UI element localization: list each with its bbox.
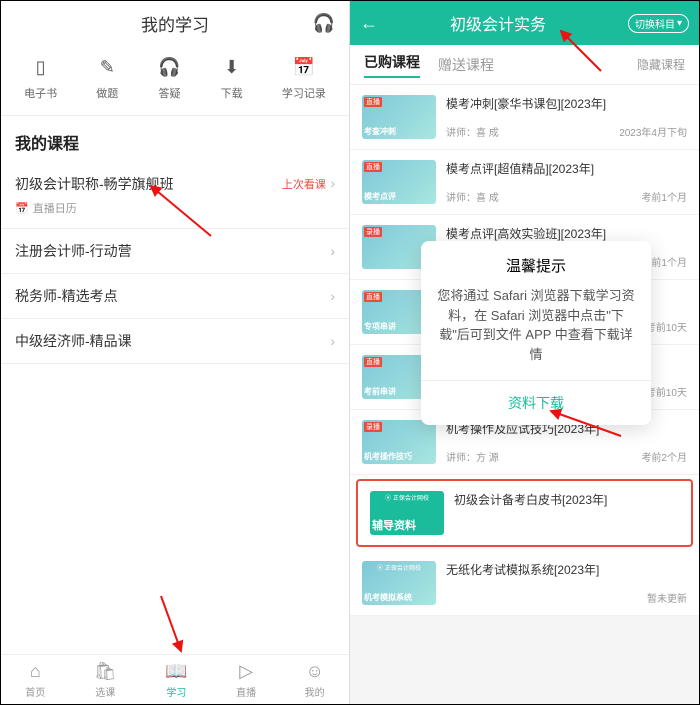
chevron-right-icon: › xyxy=(330,243,335,259)
course-name: 中级经济师-精品课 xyxy=(15,331,132,351)
course-card[interactable]: ⦿ 正保会计网校 机考模拟系统 无纸化考试模拟系统[2023年] 暂未更新 xyxy=(350,551,699,616)
tab-study[interactable]: 📖 学习 xyxy=(165,661,187,699)
feature-label: 电子书 xyxy=(24,85,57,101)
course-card[interactable]: 直播 模考点评 模考点评[超值精品][2023年] 讲师：喜 成 考前1个月 xyxy=(350,150,699,215)
course-teacher: 讲师：方 源 xyxy=(446,449,499,464)
course-thumb: 直播 考查冲刺 xyxy=(362,95,436,139)
tab-label: 直播 xyxy=(236,684,256,699)
course-time: 2023年4月下旬 xyxy=(619,124,687,139)
course-time: 考前10天 xyxy=(646,319,687,334)
study-icon: 📖 xyxy=(165,661,187,682)
support-icon[interactable]: 🎧 xyxy=(313,13,335,34)
course-row[interactable]: 中级经济师-精品课 › xyxy=(1,319,349,364)
thumb-strip: 模考点评 xyxy=(364,191,434,202)
course-card[interactable]: 直播 考查冲刺 模考冲刺[豪华书课包][2023年] 讲师：喜 成 2023年4月… xyxy=(350,85,699,150)
me-icon: ☺ xyxy=(305,661,323,682)
chevron-right-icon: › xyxy=(330,288,335,304)
exercise-icon: ✎ xyxy=(95,55,119,79)
course-time: 考前2个月 xyxy=(641,449,687,464)
course-title: 模考点评[高效实验班][2023年] xyxy=(446,225,687,242)
course-title: 初级会计备考白皮书[2023年] xyxy=(454,491,679,508)
select-icon: 🛍 xyxy=(94,661,117,682)
thumb-tag: 直播 xyxy=(364,292,382,302)
thumb-strip: 机考操作技巧 xyxy=(364,451,434,462)
course-thumb: ⦿ 正保会计网校 机考模拟系统 xyxy=(362,561,436,605)
tab-live[interactable]: ▷ 直播 xyxy=(236,661,256,699)
thumb-tag: 录播 xyxy=(364,422,382,432)
last-watch-label: 上次看课 xyxy=(282,179,326,191)
feature-icons: ▯ 电子书 ✎ 做题 🎧 答疑 ⬇ 下载 📅 学习记录 xyxy=(1,45,349,116)
feature-download[interactable]: ⬇ 下载 xyxy=(220,55,244,101)
thumb-strip: 考查冲刺 xyxy=(364,126,434,137)
modal-download-button[interactable]: 资料下载 xyxy=(421,380,651,425)
thumb-tag: 直播 xyxy=(364,357,382,367)
feature-label: 答疑 xyxy=(158,85,180,101)
feature-ebook[interactable]: ▯ 电子书 xyxy=(24,55,57,101)
course-time: 暂未更新 xyxy=(647,590,687,605)
chevron-right-icon: › xyxy=(330,175,335,191)
course-name: 注册会计师-行动营 xyxy=(15,241,132,261)
feature-exercise[interactable]: ✎ 做题 xyxy=(95,55,119,101)
course-row[interactable]: 初级会计职称-畅学旗舰班 上次看课 › 📅 直播日历 xyxy=(1,162,349,229)
thumb-tag: 直播 xyxy=(364,162,382,172)
course-title: 模考点评[超值精品][2023年] xyxy=(446,160,687,177)
thumb-tag: 直播 xyxy=(364,97,382,107)
chevron-right-icon: › xyxy=(330,333,335,349)
course-sub: 直播日历 xyxy=(33,200,77,216)
course-thumb: ⦿ 正保会计网校 辅导资料 xyxy=(370,491,444,535)
bottom-tabbar: ⌂ 首页 🛍 选课 📖 学习 ▷ 直播 ☺ 我的 xyxy=(1,654,349,704)
tab-label: 选课 xyxy=(95,684,115,699)
tab-label: 首页 xyxy=(25,684,45,699)
thumb-strip: 机考模拟系统 xyxy=(364,592,434,603)
tab-purchased[interactable]: 已购课程 xyxy=(364,52,420,78)
course-thumb: 直播 模考点评 xyxy=(362,160,436,204)
live-icon: ▷ xyxy=(239,661,253,682)
section-heading: 我的课程 xyxy=(1,116,349,162)
course-time: 考前1个月 xyxy=(641,189,687,204)
course-row[interactable]: 税务师-精选考点 › xyxy=(1,274,349,319)
feature-qa[interactable]: 🎧 答疑 xyxy=(157,55,181,101)
course-title: 无纸化考试模拟系统[2023年] xyxy=(446,561,687,578)
subject-title: 初级会计实务 xyxy=(368,11,628,35)
ebook-icon: ▯ xyxy=(29,55,53,79)
modal-title: 温馨提示 xyxy=(421,241,651,286)
switch-subject-button[interactable]: 切换科目▾ xyxy=(628,14,689,33)
tab-home[interactable]: ⌂ 首页 xyxy=(25,661,45,699)
tab-select[interactable]: 🛍 选课 xyxy=(94,661,117,699)
calendar-icon: 📅 xyxy=(15,202,29,215)
feature-label: 做题 xyxy=(96,85,118,101)
record-icon: 📅 xyxy=(292,55,316,79)
thumb-tag: 录播 xyxy=(364,227,382,237)
home-icon: ⌂ xyxy=(30,661,41,682)
course-row[interactable]: 注册会计师-行动营 › xyxy=(1,229,349,274)
tab-free[interactable]: 赠送课程 xyxy=(438,55,494,75)
qa-icon: 🎧 xyxy=(157,55,181,79)
tab-me[interactable]: ☺ 我的 xyxy=(305,661,325,699)
hide-courses-link[interactable]: 隐藏课程 xyxy=(637,56,685,73)
course-thumb: 录播 机考操作技巧 xyxy=(362,420,436,464)
course-teacher: 讲师：喜 成 xyxy=(446,124,499,139)
course-name: 初级会计职称-畅学旗舰班 xyxy=(15,174,174,194)
tab-label: 学习 xyxy=(166,684,186,699)
chevron-down-icon: ▾ xyxy=(677,18,682,29)
course-name: 税务师-精选考点 xyxy=(15,286,118,306)
modal-body: 您将通过 Safari 浏览器下载学习资料，在 Safari 浏览器中点击"下载… xyxy=(421,286,651,380)
download-modal: 温馨提示 您将通过 Safari 浏览器下载学习资料，在 Safari 浏览器中… xyxy=(421,241,651,425)
feature-label: 学习记录 xyxy=(282,85,326,101)
course-title: 模考冲刺[豪华书课包][2023年] xyxy=(446,95,687,112)
feature-record[interactable]: 📅 学习记录 xyxy=(282,55,326,101)
course-card-highlighted[interactable]: ⦿ 正保会计网校 辅导资料 初级会计备考白皮书[2023年] xyxy=(356,479,693,547)
feature-label: 下载 xyxy=(221,85,243,101)
tab-label: 我的 xyxy=(305,684,325,699)
thumb-strip: 辅导资料 xyxy=(372,517,442,533)
download-icon: ⬇ xyxy=(220,55,244,79)
page-title: 我的学习 xyxy=(141,11,209,36)
course-teacher: 讲师：喜 成 xyxy=(446,189,499,204)
course-time: 考前10天 xyxy=(646,384,687,399)
